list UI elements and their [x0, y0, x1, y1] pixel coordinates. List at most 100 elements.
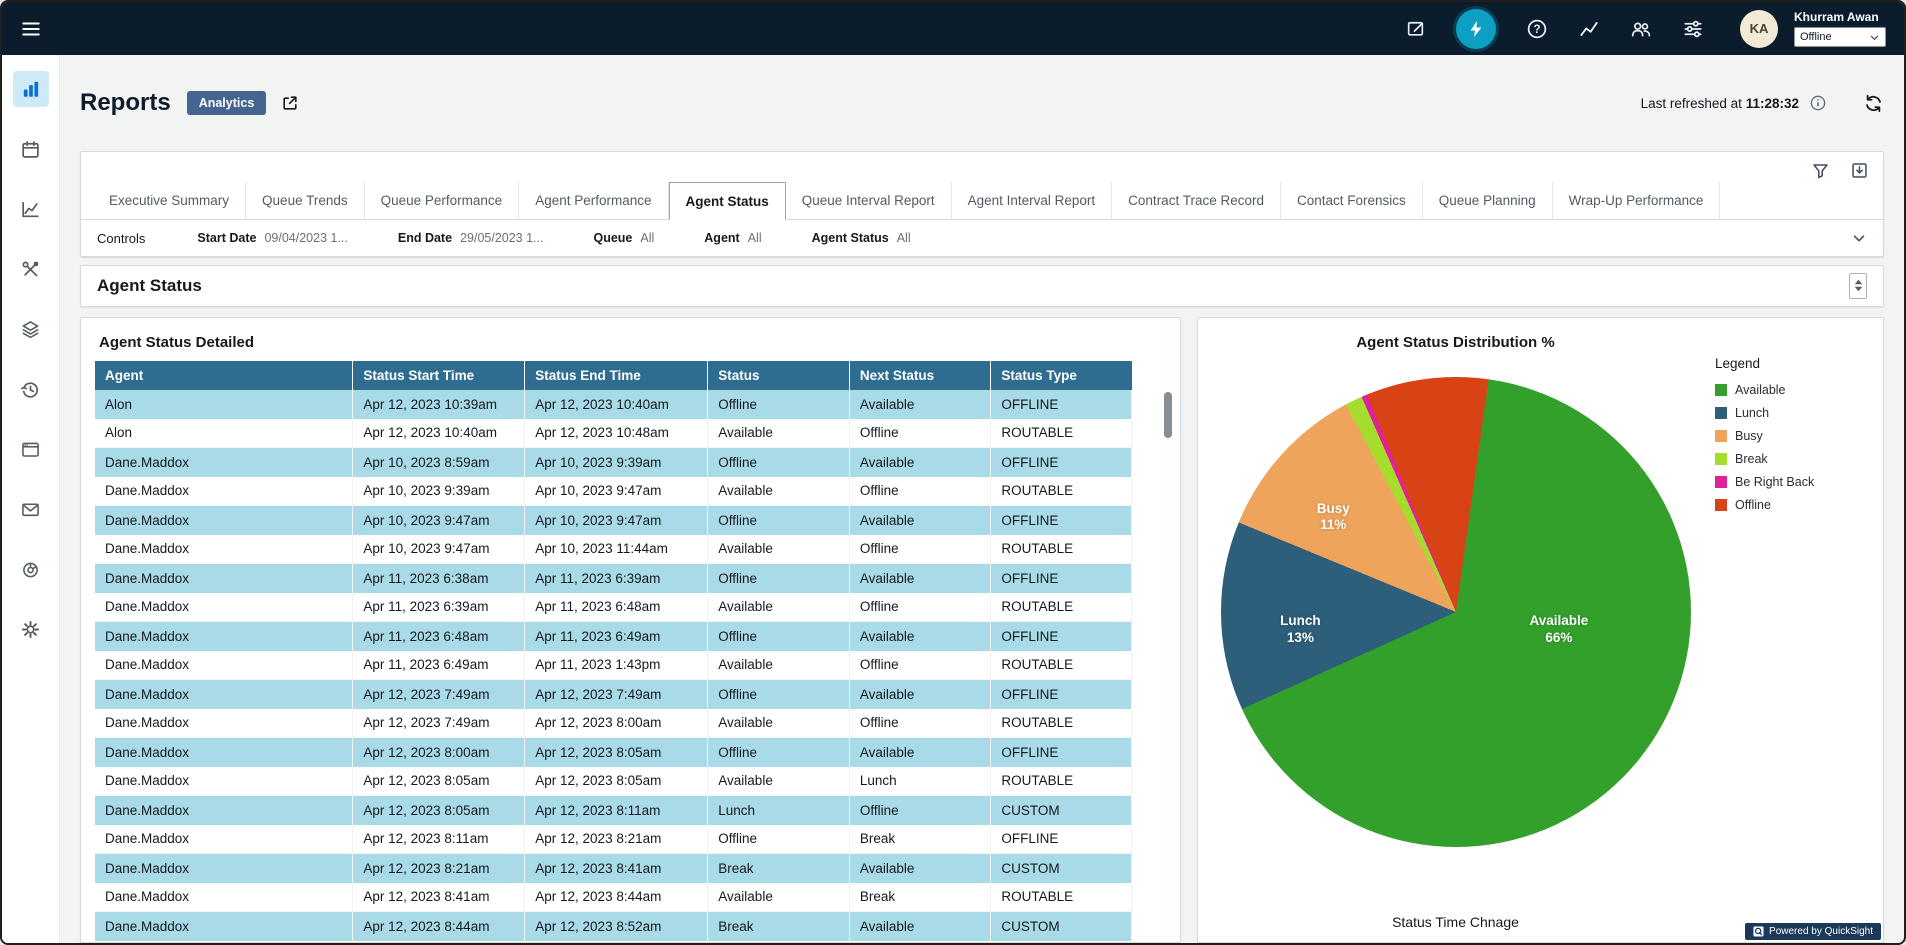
control-start-date[interactable]: Start Date09/04/2023 1...	[197, 231, 347, 245]
preferences-button[interactable]	[1682, 18, 1704, 40]
column-header-agent[interactable]: Agent	[95, 361, 353, 390]
sidebar-item-history[interactable]	[13, 371, 49, 407]
help-button[interactable]: ?	[1526, 18, 1548, 40]
legend-item-be-right-back[interactable]: Be Right Back	[1715, 475, 1867, 489]
legend-item-lunch[interactable]: Lunch	[1715, 406, 1867, 420]
legend-item-offline[interactable]: Offline	[1715, 498, 1867, 512]
table-cell: Apr 10, 2023 11:44am	[525, 535, 708, 564]
powered-by-label: Powered by QuickSight	[1769, 926, 1873, 937]
refresh-button[interactable]	[1863, 93, 1884, 114]
table-cell: Apr 10, 2023 9:47am	[525, 477, 708, 506]
controls-collapse-button[interactable]	[1851, 230, 1867, 246]
column-header-status[interactable]: Status	[708, 361, 850, 390]
table-scrollbar[interactable]	[1164, 366, 1172, 932]
sidebar-item-tools[interactable]	[13, 251, 49, 287]
tab-queue-planning[interactable]: Queue Planning	[1423, 182, 1553, 219]
table-cell: Dane.Maddox	[95, 448, 353, 477]
sidebar-item-metrics[interactable]	[13, 191, 49, 227]
sliders-icon	[1682, 18, 1704, 40]
metrics-button[interactable]	[1578, 18, 1600, 40]
filter-button[interactable]	[1811, 161, 1830, 180]
table-cell: Apr 12, 2023 8:44am	[353, 912, 525, 941]
spinner-control[interactable]	[1849, 273, 1867, 299]
table-cell: Apr 10, 2023 9:39am	[353, 477, 525, 506]
tab-agent-status[interactable]: Agent Status	[669, 182, 786, 220]
download-button[interactable]	[1850, 161, 1869, 180]
table-cell: Lunch	[849, 767, 991, 796]
table-scrollbar-thumb[interactable]	[1164, 392, 1172, 438]
table-cell: Alon	[95, 390, 353, 419]
legend-items: Available Lunch Busy Break Be Right Back Offl…	[1715, 383, 1867, 512]
menu-button[interactable]	[20, 18, 42, 40]
table-cell: CUSTOM	[991, 854, 1132, 883]
sidebar-item-schedule[interactable]	[13, 131, 49, 167]
sidebar-item-usage[interactable]	[13, 551, 49, 587]
table-cell: Offline	[708, 564, 850, 593]
table-cell: Dane.Maddox	[95, 883, 353, 912]
quicksight-logo-icon	[1753, 926, 1764, 937]
tab-queue-performance[interactable]: Queue Performance	[365, 182, 520, 219]
legend-item-available[interactable]: Available	[1715, 383, 1867, 397]
tab-wrap-up-performance[interactable]: Wrap-Up Performance	[1553, 182, 1721, 219]
table-cell: OFFLINE	[991, 448, 1132, 477]
sidebar-item-browser[interactable]	[13, 431, 49, 467]
feedback-button[interactable]	[1405, 18, 1426, 39]
table-cell: Available	[849, 390, 991, 419]
legend-item-busy[interactable]: Busy	[1715, 429, 1867, 443]
tab-executive-summary[interactable]: Executive Summary	[93, 182, 246, 219]
info-button[interactable]	[1809, 94, 1827, 112]
control-agent-status[interactable]: Agent StatusAll	[812, 231, 911, 245]
legend-label: Offline	[1735, 498, 1771, 512]
sidebar-item-mail[interactable]	[13, 491, 49, 527]
page-header: Reports Analytics Last refreshed at 11:2…	[80, 55, 1884, 151]
control-value: All	[897, 231, 911, 245]
refresh-area: Last refreshed at 11:28:32	[1641, 93, 1884, 114]
table-cell: Apr 11, 2023 6:39am	[353, 593, 525, 622]
table-row: Dane.MaddoxApr 11, 2023 6:38amApr 11, 20…	[95, 564, 1132, 593]
column-header-status-end-time[interactable]: Status End Time	[525, 361, 708, 390]
control-agent[interactable]: AgentAll	[704, 231, 761, 245]
users-button[interactable]	[1630, 18, 1652, 40]
legend-item-break[interactable]: Break	[1715, 452, 1867, 466]
sidebar-item-layers[interactable]	[13, 311, 49, 347]
tab-queue-interval-report[interactable]: Queue Interval Report	[786, 182, 952, 219]
table-cell: Apr 10, 2023 9:47am	[353, 535, 525, 564]
table-cell: Apr 12, 2023 8:11am	[353, 825, 525, 854]
table-cell: ROUTABLE	[991, 477, 1132, 506]
tab-contact-forensics[interactable]: Contact Forensics	[1281, 182, 1423, 219]
control-queue[interactable]: QueueAll	[593, 231, 654, 245]
tab-agent-performance[interactable]: Agent Performance	[519, 182, 668, 219]
table-cell: ROUTABLE	[991, 883, 1132, 912]
agent-status-distribution-panel: Agent Status Distribution % Available66%…	[1197, 317, 1884, 943]
control-end-date[interactable]: End Date29/05/2023 1...	[398, 231, 544, 245]
column-header-status-type[interactable]: Status Type	[991, 361, 1132, 390]
column-header-next-status[interactable]: Next Status	[849, 361, 991, 390]
analytics-badge[interactable]: Analytics	[187, 91, 267, 115]
pie-chart[interactable]: Available66%Lunch13%Busy11%	[1221, 377, 1691, 847]
table-cell: Break	[849, 883, 991, 912]
agent-status-table: AgentStatus Start TimeStatus End TimeSta…	[95, 361, 1132, 943]
table-cell: Offline	[849, 941, 991, 943]
table-row: Dane.MaddoxApr 12, 2023 8:00amApr 12, 20…	[95, 738, 1132, 767]
powered-by-quicksight[interactable]: Powered by QuickSight	[1745, 923, 1881, 940]
controls-items: Start Date09/04/2023 1... End Date29/05/2…	[197, 231, 910, 245]
sidebar-item-reports[interactable]	[13, 71, 49, 107]
avatar[interactable]: KA	[1740, 10, 1778, 48]
table-cell: Apr 11, 2023 6:48am	[353, 622, 525, 651]
donut-chart-icon	[20, 559, 41, 580]
table-cell: Offline	[849, 796, 991, 825]
controls-row: Controls Start Date09/04/2023 1...End Da…	[81, 220, 1883, 256]
tab-queue-trends[interactable]: Queue Trends	[246, 182, 365, 219]
table-cell: Alon	[95, 419, 353, 448]
table-cell: Apr 10, 2023 9:47am	[353, 506, 525, 535]
table-cell: Apr 11, 2023 6:48am	[525, 593, 708, 622]
table-cell: Offline	[708, 448, 850, 477]
user-status-select[interactable]: Offline	[1794, 27, 1886, 47]
ccp-launch-button[interactable]	[1456, 9, 1496, 49]
tab-contract-trace-record[interactable]: Contract Trace Record	[1112, 182, 1281, 219]
column-header-status-start-time[interactable]: Status Start Time	[353, 361, 525, 390]
sidebar-item-settings[interactable]	[13, 611, 49, 647]
table-cell: CUSTOM	[991, 912, 1132, 941]
open-external-button[interactable]	[280, 93, 300, 113]
tab-agent-interval-report[interactable]: Agent Interval Report	[952, 182, 1113, 219]
